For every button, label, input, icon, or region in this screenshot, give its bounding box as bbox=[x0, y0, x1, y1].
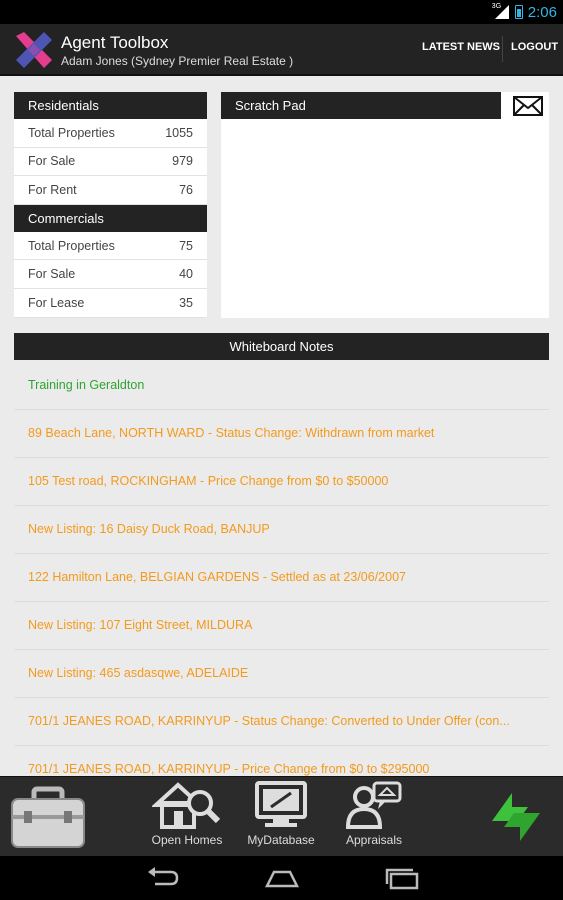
commercials-header: Commercials bbox=[14, 204, 207, 232]
appraisals-label: Appraisals bbox=[345, 833, 403, 847]
stat-row-residential-rent[interactable]: For Rent 76 bbox=[14, 176, 207, 205]
signal-label: 3G bbox=[491, 3, 502, 10]
system-nav-bar bbox=[0, 856, 563, 900]
bottom-toolbar: Open Homes MyDatabase Appraisals bbox=[0, 776, 563, 856]
recent-apps-icon[interactable] bbox=[385, 866, 421, 890]
app-title: Agent Toolbox bbox=[61, 33, 169, 52]
stats-panel: Residentials Total Properties 1055 For S… bbox=[14, 92, 207, 318]
list-item[interactable]: New Listing: 107 Eight Street, MILDURA bbox=[14, 602, 549, 650]
scratch-pad[interactable]: Scratch Pad bbox=[221, 92, 549, 318]
stat-label: For Rent bbox=[28, 182, 77, 197]
action-divider bbox=[502, 36, 503, 62]
list-item[interactable]: 122 Hamilton Lane, BELGIAN GARDENS - Set… bbox=[14, 554, 549, 602]
list-item[interactable]: 701/1 JEANES ROAD, KARRINYUP - Price Cha… bbox=[14, 746, 549, 776]
logout-button[interactable]: LOGOUT bbox=[511, 41, 558, 53]
action-bar: Agent Toolbox Adam Jones (Sydney Premier… bbox=[0, 24, 563, 76]
stat-value: 979 bbox=[172, 154, 193, 169]
list-item[interactable]: Training in Geraldton bbox=[14, 362, 549, 410]
stat-row-commercial-total[interactable]: Total Properties 75 bbox=[14, 231, 207, 261]
stat-row-commercial-sale[interactable]: For Sale 40 bbox=[14, 260, 207, 289]
stat-value: 75 bbox=[179, 238, 193, 253]
scratch-pad-header: Scratch Pad bbox=[221, 92, 501, 119]
open-homes-button[interactable]: Open Homes bbox=[142, 781, 232, 847]
computer-icon bbox=[255, 781, 307, 827]
stat-value: 40 bbox=[179, 267, 193, 282]
stat-label: Total Properties bbox=[28, 238, 115, 253]
stat-row-commercial-lease[interactable]: For Lease 35 bbox=[14, 288, 207, 318]
latest-news-button[interactable]: LATEST NEWS bbox=[422, 41, 500, 53]
back-icon[interactable] bbox=[145, 866, 181, 890]
residentials-header: Residentials bbox=[14, 92, 207, 119]
stat-value: 1055 bbox=[165, 125, 193, 140]
list-item[interactable]: 105 Test road, ROCKINGHAM - Price Change… bbox=[14, 458, 549, 506]
whiteboard-header: Whiteboard Notes bbox=[14, 333, 549, 360]
status-time: 2:06 bbox=[527, 3, 557, 21]
home-icon[interactable] bbox=[264, 866, 300, 890]
my-database-label: MyDatabase bbox=[247, 833, 315, 847]
whiteboard-notes-list[interactable]: Training in Geraldton 89 Beach Lane, NOR… bbox=[14, 362, 549, 776]
stat-label: For Sale bbox=[28, 267, 76, 282]
stat-row-residential-total[interactable]: Total Properties 1055 bbox=[14, 119, 207, 148]
list-item[interactable]: New Listing: 16 Daisy Duck Road, BANJUP bbox=[14, 506, 549, 554]
user-subtitle: Adam Jones (Sydney Premier Real Estate ) bbox=[61, 54, 294, 68]
stat-label: For Lease bbox=[28, 295, 85, 310]
house-search-icon bbox=[152, 782, 221, 829]
mail-icon[interactable] bbox=[513, 96, 543, 116]
stat-label: Total Properties bbox=[28, 125, 115, 140]
my-database-button[interactable]: MyDatabase bbox=[236, 781, 326, 847]
stat-value: 35 bbox=[179, 295, 193, 310]
list-item[interactable]: New Listing: 465 asdasqwe, ADELAIDE bbox=[14, 650, 549, 698]
appraisal-person-icon bbox=[345, 781, 402, 829]
stat-label: For Sale bbox=[28, 154, 76, 169]
appraisals-button[interactable]: Appraisals bbox=[329, 781, 419, 847]
list-item[interactable]: 701/1 JEANES ROAD, KARRINYUP - Status Ch… bbox=[14, 698, 549, 746]
sync-icon[interactable] bbox=[484, 787, 548, 847]
battery-icon bbox=[514, 5, 523, 19]
stat-value: 76 bbox=[179, 182, 193, 197]
stat-row-residential-sale[interactable]: For Sale 979 bbox=[14, 147, 207, 177]
open-homes-label: Open Homes bbox=[151, 833, 223, 847]
status-bar: 3G 2:06 bbox=[0, 0, 563, 24]
app-logo-icon bbox=[16, 32, 52, 68]
toolbox-icon[interactable] bbox=[10, 785, 86, 849]
list-item[interactable]: 89 Beach Lane, NORTH WARD - Status Chang… bbox=[14, 410, 549, 458]
signal-icon: 3G bbox=[491, 3, 510, 20]
